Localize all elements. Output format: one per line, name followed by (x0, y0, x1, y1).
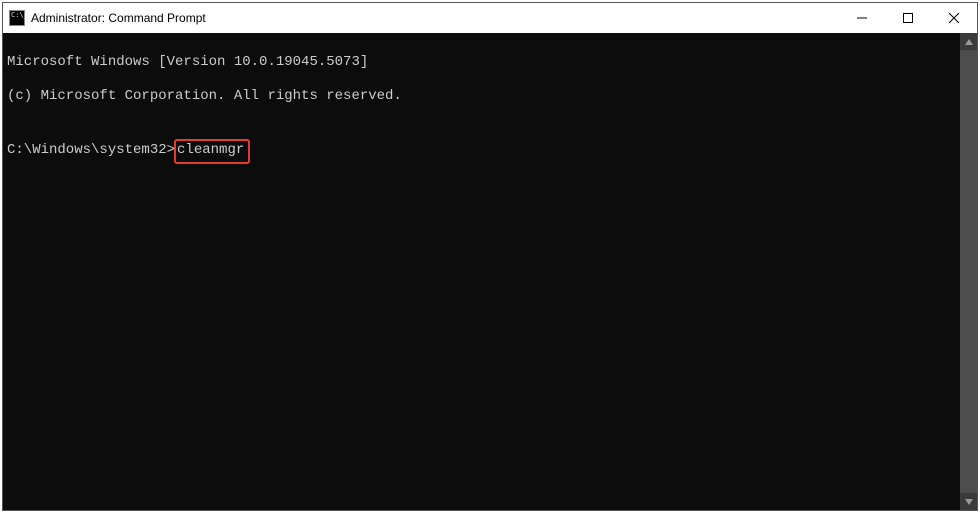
scrollbar-thumb[interactable] (960, 50, 977, 493)
command-prompt-window: Administrator: Command Prompt Microsoft … (2, 2, 978, 511)
chevron-down-icon (965, 499, 973, 505)
minimize-button[interactable] (839, 3, 885, 33)
version-line: Microsoft Windows [Version 10.0.19045.50… (7, 54, 956, 71)
close-button[interactable] (931, 3, 977, 33)
scrollbar-track[interactable] (960, 50, 977, 493)
chevron-up-icon (965, 39, 973, 45)
minimize-icon (857, 13, 867, 23)
window-controls (839, 3, 977, 33)
close-icon (949, 13, 959, 23)
window-title: Administrator: Command Prompt (31, 11, 206, 25)
cmd-icon (9, 10, 25, 26)
command-highlight: cleanmgr (174, 139, 250, 164)
titlebar[interactable]: Administrator: Command Prompt (3, 3, 977, 33)
vertical-scrollbar[interactable] (960, 33, 977, 510)
maximize-icon (903, 13, 913, 23)
scroll-down-button[interactable] (960, 493, 977, 510)
terminal-output[interactable]: Microsoft Windows [Version 10.0.19045.50… (3, 33, 960, 510)
client-area: Microsoft Windows [Version 10.0.19045.50… (3, 33, 977, 510)
maximize-button[interactable] (885, 3, 931, 33)
prompt-path: C:\Windows\system32> (7, 142, 175, 158)
scroll-up-button[interactable] (960, 33, 977, 50)
typed-command: cleanmgr (177, 142, 244, 158)
copyright-line: (c) Microsoft Corporation. All rights re… (7, 88, 956, 105)
